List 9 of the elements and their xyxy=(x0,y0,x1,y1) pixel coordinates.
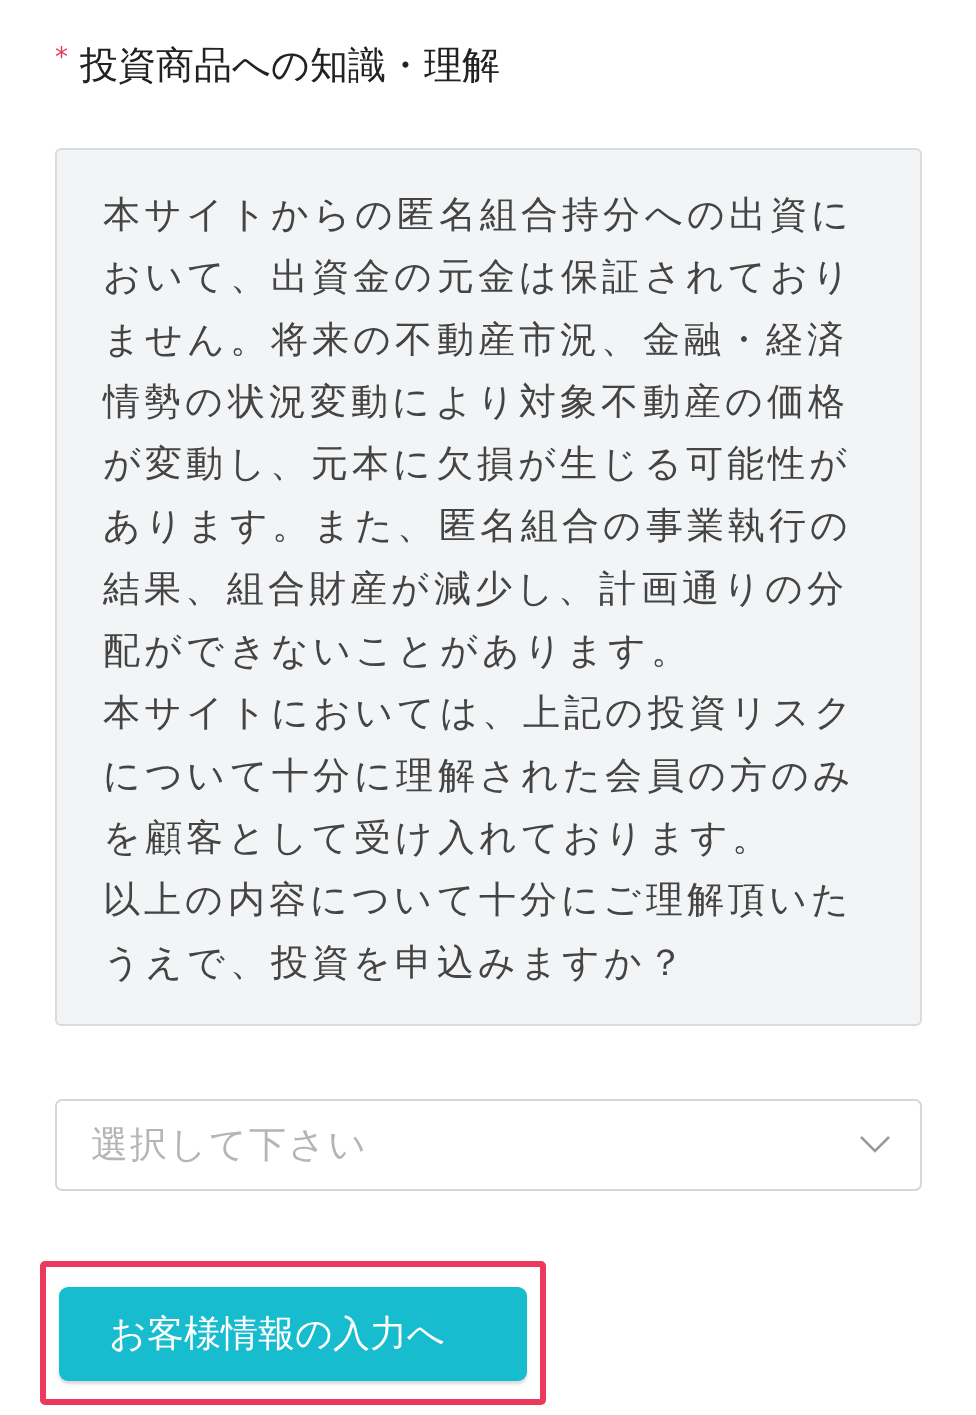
select-field[interactable]: 選択して下さい xyxy=(55,1098,922,1191)
required-mark: * xyxy=(55,42,68,72)
chevron-down-icon xyxy=(860,1136,890,1154)
select-placeholder: 選択して下さい xyxy=(91,1121,368,1168)
notice-paragraph: 本サイトにおいては、上記の投資リスクについて十分に理解された会員の方のみを顧客として受け入れております。 xyxy=(103,690,858,861)
question-label: 投資商品への知識・理解 xyxy=(80,41,500,89)
notice-paragraph: 以上の内容について十分にご理解頂いたうえで、投資を申込みますか？ xyxy=(103,877,855,986)
next-button[interactable]: お客様情報の入力へ xyxy=(59,1286,527,1381)
notice-paragraph: 本サイトからの匿名組合持分への出資において、出資金の元金は保証されておりません。将来の不動産市況、金融・経済情勢の状況変動により対象不動産の価格が変動し、元本に欠損が生じる可能性があります。また、匿名組合の事業執行の結果、組合財産が減少し、計画通りの分配ができないことがあります。 xyxy=(103,192,856,675)
